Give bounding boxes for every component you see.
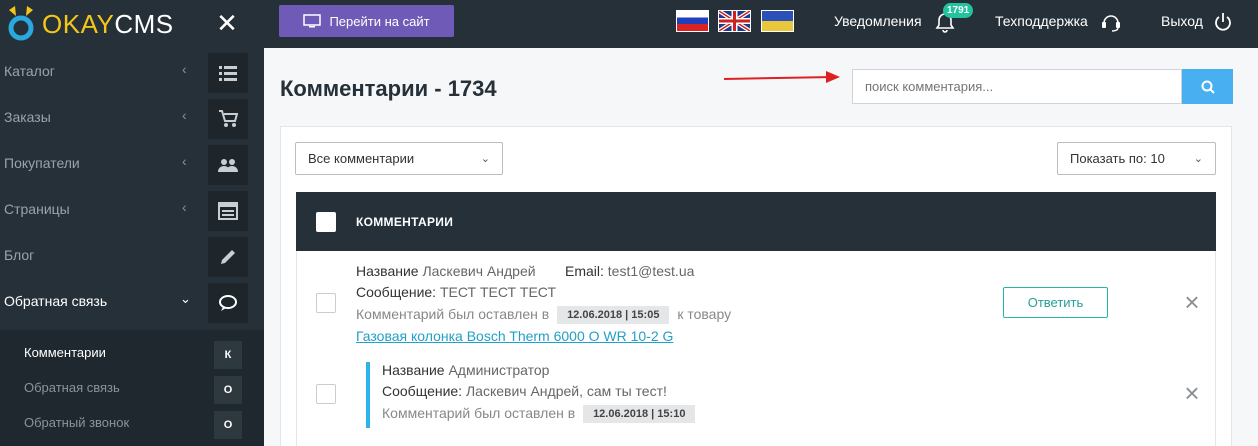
cart-icon: [208, 99, 248, 139]
subnav-item-label: Комментарии: [24, 345, 106, 360]
annotation-arrowhead: [826, 71, 840, 83]
filter-value: Все комментарии: [308, 151, 415, 166]
product-link[interactable]: Газовая колонка Bosch Therm 6000 O WR 10…: [356, 328, 673, 344]
okay-logo-icon: [8, 6, 34, 41]
chevron-left-icon: ‹: [182, 153, 187, 169]
left-label: Комментарий был оставлен в: [356, 306, 550, 322]
comment-author: Администратор: [448, 362, 550, 378]
subnav-item-feedback[interactable]: Обратная связь О: [0, 371, 264, 406]
logout-link[interactable]: Выход: [1161, 13, 1203, 29]
sidebar-item-label: Каталог: [4, 63, 55, 79]
chevron-down-icon: ⌄: [480, 153, 490, 165]
to-product-label: к товару: [677, 306, 732, 322]
select-all-checkbox[interactable]: [316, 212, 336, 232]
comment-message-line: Сообщение: ТЕСТ ТЕСТ ТЕСТ: [356, 284, 556, 300]
email-label: Email:: [565, 263, 604, 279]
delete-icon[interactable]: ×: [1181, 380, 1203, 406]
support-link[interactable]: Техподдержка: [995, 13, 1088, 29]
sidebar-item-label: Покупатели: [4, 155, 80, 171]
sidebar-item-label: Блог: [4, 247, 35, 263]
go-to-site-button[interactable]: Перейти на сайт: [279, 5, 454, 37]
table-header-label: КОММЕНТАРИИ: [356, 215, 454, 229]
comment-name-line: Название Ласкевич Андрей: [356, 263, 536, 279]
left-label: Комментарий был оставлен в: [382, 405, 576, 421]
table-header: КОММЕНТАРИИ: [296, 192, 1216, 251]
comment-author: Ласкевич Андрей: [422, 263, 536, 279]
chevron-down-icon: ⌄: [180, 291, 191, 306]
chevron-down-icon: ⌄: [1193, 153, 1203, 165]
comment-message: ТЕСТ ТЕСТ ТЕСТ: [439, 284, 557, 300]
comment-name-line: Название Администратор: [382, 362, 549, 378]
comment-message-line: Сообщение: Ласкевич Андрей, сам ты тест!: [382, 383, 667, 399]
message-label: Сообщение:: [356, 284, 437, 300]
comment-checkbox[interactable]: [316, 384, 336, 404]
per-page-select[interactable]: Показать по: 10 ⌄: [1057, 142, 1216, 175]
sidebar-item-catalog[interactable]: Каталог ‹: [0, 49, 264, 95]
logo-text: OKAYCMS: [42, 9, 174, 39]
comments-filter-select[interactable]: Все комментарии ⌄: [295, 142, 503, 175]
comment-email-line: Email: test1@test.ua: [565, 263, 694, 279]
flag-ua-icon[interactable]: [761, 10, 794, 32]
reply-indicator-bar: [366, 362, 370, 428]
name-label: Название: [356, 263, 419, 279]
chevron-left-icon: ‹: [182, 199, 187, 215]
per-page-value: Показать по: 10: [1070, 151, 1165, 166]
go-to-site-label: Перейти на сайт: [329, 13, 430, 29]
message-label: Сообщение:: [382, 383, 463, 399]
comment-date: 12.06.2018 | 15:10: [583, 405, 696, 424]
sidebar: OKAYCMS ✕ Каталог ‹ Заказы ‹ Покупатели …: [0, 0, 264, 446]
subnav-item-label: Обратный звонок: [24, 415, 130, 430]
sidebar-item-label: Страницы: [4, 201, 70, 217]
reply-button[interactable]: Ответить: [1003, 287, 1108, 318]
subnav-feedback: Комментарии К Обратная связь О Обратный …: [0, 330, 264, 446]
subnav-badge: О: [214, 376, 242, 404]
annotation-arrow: [723, 76, 835, 80]
sidebar-item-blog[interactable]: Блог: [0, 233, 264, 279]
comment-date-line: Комментарий был оставлен в 12.06.2018 | …: [382, 405, 699, 424]
subnav-item-callback[interactable]: Обратный звонок О: [0, 406, 264, 441]
notifications-link[interactable]: Уведомления: [834, 13, 922, 29]
chat-icon: [208, 283, 248, 323]
pencil-icon: [208, 237, 248, 277]
comment-product-line: Газовая колонка Bosch Therm 6000 O WR 10…: [356, 328, 673, 344]
flag-en-icon[interactable]: [718, 10, 751, 32]
search-input[interactable]: [852, 69, 1182, 104]
monitor-icon: [303, 14, 322, 28]
subnav-badge: К: [214, 341, 242, 369]
comment-message: Ласкевич Андрей, сам ты тест!: [465, 383, 667, 399]
sidebar-item-pages[interactable]: Страницы ‹: [0, 187, 264, 233]
topbar: Перейти на сайт Уведомления 1791 Техподд…: [264, 0, 1258, 48]
sidebar-item-label: Обратная связь: [4, 293, 108, 309]
subnav-item-label: Обратная связь: [24, 380, 120, 395]
notifications-count-badge: 1791: [943, 3, 974, 18]
sidebar-item-orders[interactable]: Заказы ‹: [0, 95, 264, 141]
subnav-item-comments[interactable]: Комментарии К: [0, 336, 264, 371]
comment-date: 12.06.2018 | 15:05: [557, 306, 670, 325]
list-icon: [208, 53, 248, 93]
sidebar-item-feedback[interactable]: Обратная связь ⌄: [0, 279, 264, 325]
chevron-left-icon: ‹: [182, 107, 187, 123]
pages-icon: [208, 191, 248, 231]
comment-date-line: Комментарий был оставлен в 12.06.2018 | …: [356, 306, 732, 325]
headset-icon[interactable]: [1100, 11, 1122, 33]
page-title: Комментарии - 1734: [280, 76, 497, 101]
search-icon: [1201, 80, 1215, 94]
sidebar-item-customers[interactable]: Покупатели ‹: [0, 141, 264, 187]
sidebar-item-label: Заказы: [4, 109, 51, 125]
chevron-left-icon: ‹: [182, 61, 187, 77]
flag-ru-icon[interactable]: [676, 10, 709, 32]
power-icon[interactable]: [1212, 11, 1234, 33]
subnav-badge: О: [214, 411, 242, 439]
close-menu-icon[interactable]: ✕: [214, 10, 240, 36]
search-button[interactable]: [1182, 69, 1233, 104]
comment-email: test1@test.ua: [607, 263, 695, 279]
users-icon: [208, 145, 248, 185]
name-label: Название: [382, 362, 445, 378]
delete-icon[interactable]: ×: [1181, 289, 1203, 315]
comment-checkbox[interactable]: [316, 293, 336, 313]
